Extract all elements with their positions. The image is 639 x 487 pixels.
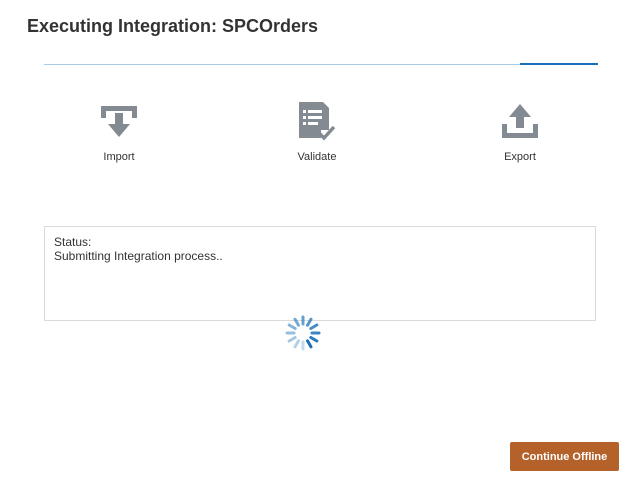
status-message: Submitting Integration process..	[54, 249, 223, 263]
progress-bar	[44, 63, 598, 65]
step-import: Import	[59, 100, 179, 163]
step-label-validate: Validate	[297, 151, 337, 163]
import-icon	[101, 106, 137, 137]
spinner-segment	[293, 339, 300, 349]
spinner-segment	[306, 317, 313, 327]
spinner-segment	[287, 336, 297, 343]
loading-spinner-icon	[285, 315, 321, 351]
status-panel: Status: Submitting Integration process..	[44, 226, 596, 321]
status-heading: Status:	[54, 235, 92, 249]
progress-bar-fill	[520, 63, 598, 65]
export-icon	[502, 104, 538, 138]
step-validate: Validate	[257, 100, 377, 163]
continue-offline-button[interactable]: Continue Offline	[510, 442, 619, 471]
spinner-segment	[306, 339, 313, 349]
spinner-segment	[309, 323, 319, 330]
dialog-title: Executing Integration: SPCOrders	[27, 16, 319, 36]
spinner-segment	[293, 317, 300, 327]
step-label-import: Import	[103, 151, 135, 163]
step-label-export: Export	[504, 151, 536, 163]
spinner-segment	[309, 336, 319, 343]
spinner-segment	[287, 323, 297, 330]
step-export: Export	[460, 100, 580, 163]
validate-icon	[299, 102, 336, 141]
